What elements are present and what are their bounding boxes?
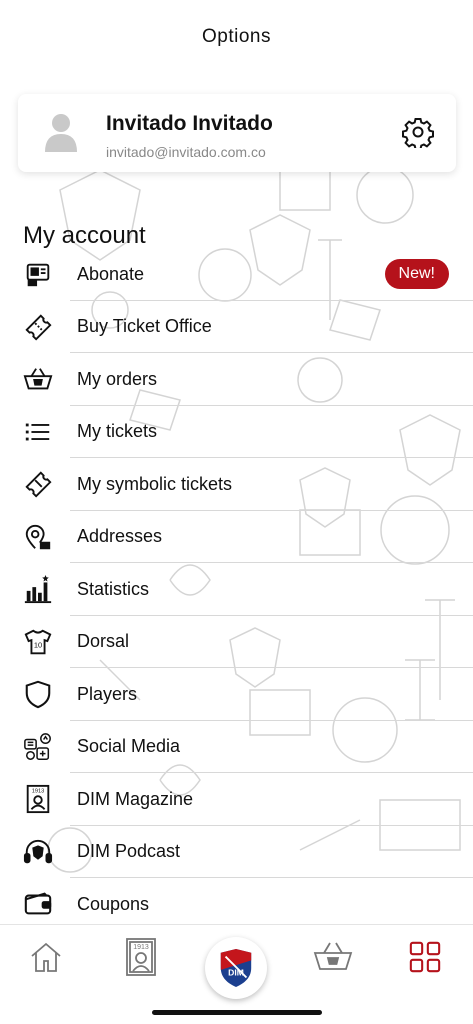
magazine-year-text: 1913 (133, 944, 149, 951)
menu-item-label: My orders (77, 368, 158, 389)
gear-icon[interactable] (402, 116, 434, 148)
menu-item-label: DIM Magazine (77, 788, 194, 809)
menu-item-label: Buy Ticket Office (77, 316, 212, 337)
menu-item-label: Dorsal (77, 631, 130, 652)
svg-text:1913: 1913 (32, 789, 44, 795)
account-menu: Abonate New! Buy Ticket Office My orders… (0, 248, 473, 931)
menu-item-label: Abonate (77, 263, 145, 284)
menu-item-coupons[interactable]: Coupons (0, 878, 473, 931)
menu-item-abonate[interactable]: Abonate New! (0, 248, 473, 301)
menu-item-addresses[interactable]: Addresses (0, 511, 473, 564)
home-indicator (152, 1010, 322, 1015)
season-ticket-card-icon (22, 258, 54, 290)
ticket-icon (22, 311, 54, 343)
bottom-tab-bar: 1913 DIM (0, 924, 473, 1024)
menu-item-label: DIM Podcast (77, 841, 181, 862)
menu-item-label: Social Media (77, 736, 181, 757)
location-pin-icon (22, 521, 54, 553)
jersey-icon: 10 (22, 626, 54, 658)
menu-item-label: My symbolic tickets (77, 473, 233, 494)
magazine-icon: 1913 (126, 938, 156, 976)
home-icon (31, 942, 61, 972)
bar-chart-icon (22, 573, 54, 605)
symbolic-ticket-icon (22, 468, 54, 500)
tab-home[interactable] (26, 937, 66, 977)
profile-name: Invitado Invitado (106, 112, 273, 135)
wallet-icon (22, 888, 54, 920)
menu-item-social-media[interactable]: Social Media (0, 721, 473, 774)
menu-item-my-symbolic-tickets[interactable]: My symbolic tickets (0, 458, 473, 511)
menu-item-my-tickets[interactable]: My tickets (0, 406, 473, 459)
menu-item-label: Coupons (77, 893, 150, 914)
menu-item-label: My tickets (77, 421, 158, 442)
user-avatar-icon (45, 114, 77, 152)
club-crest-icon: DIM (220, 949, 252, 987)
tab-orders[interactable] (313, 937, 353, 977)
crest-text: DIM (228, 968, 244, 978)
menu-item-players[interactable]: Players (0, 668, 473, 721)
list-icon (22, 416, 54, 448)
menu-item-my-orders[interactable]: My orders (0, 353, 473, 406)
new-badge: New! (384, 259, 449, 290)
podcast-headphones-icon (22, 836, 54, 868)
menu-item-label: Players (77, 683, 138, 704)
tab-options[interactable] (405, 937, 445, 977)
menu-item-dim-podcast[interactable]: DIM Podcast (0, 826, 473, 879)
profile-email: invitado@invitado.com.co (106, 144, 266, 160)
menu-item-label: Addresses (77, 526, 163, 547)
svg-text:10: 10 (34, 640, 42, 649)
section-title-my-account: My account (23, 222, 146, 249)
shield-icon (22, 678, 54, 710)
menu-item-dorsal[interactable]: 10 Dorsal (0, 616, 473, 669)
tab-magazine[interactable]: 1913 (121, 937, 161, 977)
shopping-basket-icon (313, 942, 353, 970)
top-bar: Options (0, 0, 473, 62)
page-title: Options (202, 26, 271, 47)
social-media-icon (22, 731, 54, 763)
menu-item-label: Statistics (77, 578, 150, 599)
grid-menu-icon (409, 941, 441, 973)
menu-item-dim-magazine[interactable]: 1913 DIM Magazine (0, 773, 473, 826)
magazine-icon: 1913 (22, 783, 54, 815)
menu-item-buy-ticket-office[interactable]: Buy Ticket Office (0, 301, 473, 354)
club-crest-button[interactable]: DIM (205, 937, 267, 999)
profile-card[interactable]: Invitado Invitado invitado@invitado.com.… (18, 94, 456, 172)
menu-item-statistics[interactable]: Statistics (0, 563, 473, 616)
shopping-basket-icon (22, 363, 54, 395)
